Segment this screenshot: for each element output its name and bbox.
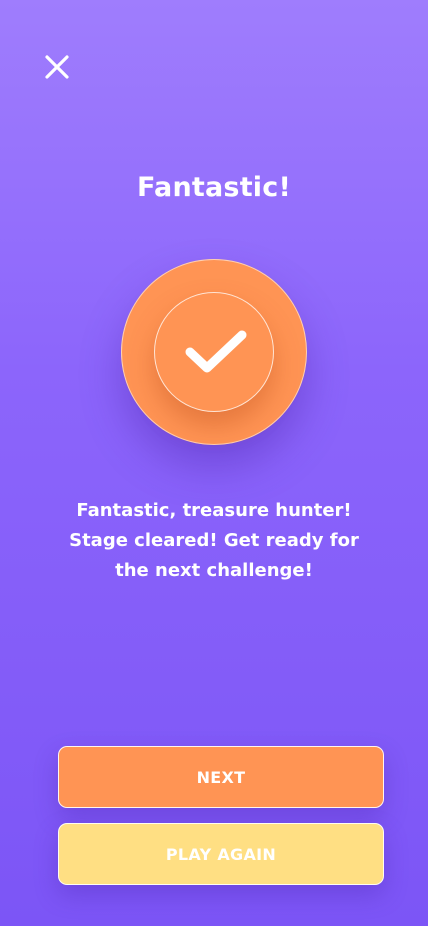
- page-title: Fantastic!: [137, 172, 291, 203]
- success-badge-inner: [154, 292, 274, 412]
- close-icon: [45, 55, 69, 79]
- checkmark-icon: [185, 330, 247, 373]
- message-line: the next challenge!: [115, 560, 313, 581]
- close-button[interactable]: [40, 50, 74, 84]
- message-line: Stage cleared! Get ready for: [69, 530, 359, 551]
- play-again-button[interactable]: PLAY AGAIN: [58, 823, 384, 885]
- success-screen: Fantastic! Fantastic, treasure hunter! S…: [0, 0, 428, 926]
- success-message: Fantastic, treasure hunter! Stage cleare…: [44, 496, 384, 586]
- next-button[interactable]: NEXT: [58, 746, 384, 808]
- success-badge: [121, 259, 307, 445]
- message-line: Fantastic, treasure hunter!: [76, 500, 352, 521]
